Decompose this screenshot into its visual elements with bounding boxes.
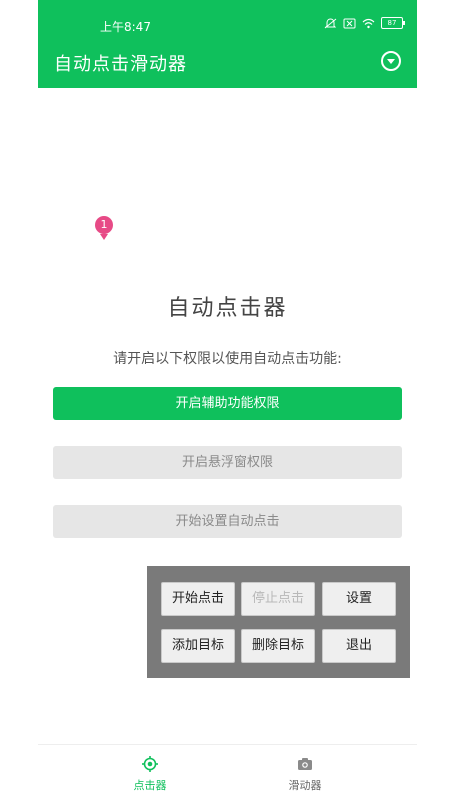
enable-accessibility-button[interactable]: 开启辅助功能权限 — [53, 387, 402, 420]
nav-label-swiper: 滑动器 — [288, 779, 322, 792]
click-target-marker[interactable]: 1 — [95, 216, 115, 244]
marker-pointer — [100, 234, 108, 240]
crosshair-icon — [142, 756, 158, 772]
wifi-icon — [362, 18, 375, 28]
app-title: 自动点击滑动器 — [54, 54, 187, 75]
add-target-button[interactable]: 添加目标 — [161, 629, 235, 663]
exit-button[interactable]: 退出 — [322, 629, 396, 663]
bell-muted-icon — [324, 17, 337, 28]
start-setup-button[interactable]: 开始设置自动点击 — [53, 505, 402, 538]
floating-control-panel: 开始点击 停止点击 设置 添加目标 删除目标 退出 — [147, 566, 410, 678]
start-click-button[interactable]: 开始点击 — [161, 582, 235, 616]
settings-button[interactable]: 设置 — [322, 582, 396, 616]
sim-off-icon — [343, 18, 356, 28]
camera-icon — [298, 758, 312, 770]
app-screen: 上午8:47 87 自动点击滑动器 1 自动点击器 请开启以下权限以使用自动点击… — [38, 0, 417, 800]
app-bar: 自动点击滑动器 — [38, 36, 417, 88]
nav-item-swiper[interactable]: 滑动器 — [210, 745, 400, 800]
status-bar: 上午8:47 87 — [38, 0, 417, 36]
status-icons: 87 — [324, 17, 405, 29]
battery-icon: 87 — [381, 17, 405, 29]
bottom-navigation: 点击器 滑动器 — [38, 744, 417, 800]
status-time: 上午8:47 — [100, 20, 151, 34]
marker-number: 1 — [95, 216, 113, 234]
page-heading: 自动点击器 — [167, 296, 288, 321]
chevron-down-icon[interactable] — [381, 51, 401, 71]
permissions-prompt: 请开启以下权限以使用自动点击功能: — [113, 351, 342, 367]
stop-click-button[interactable]: 停止点击 — [241, 582, 315, 616]
enable-overlay-button[interactable]: 开启悬浮窗权限 — [53, 446, 402, 479]
delete-target-button[interactable]: 删除目标 — [241, 629, 315, 663]
